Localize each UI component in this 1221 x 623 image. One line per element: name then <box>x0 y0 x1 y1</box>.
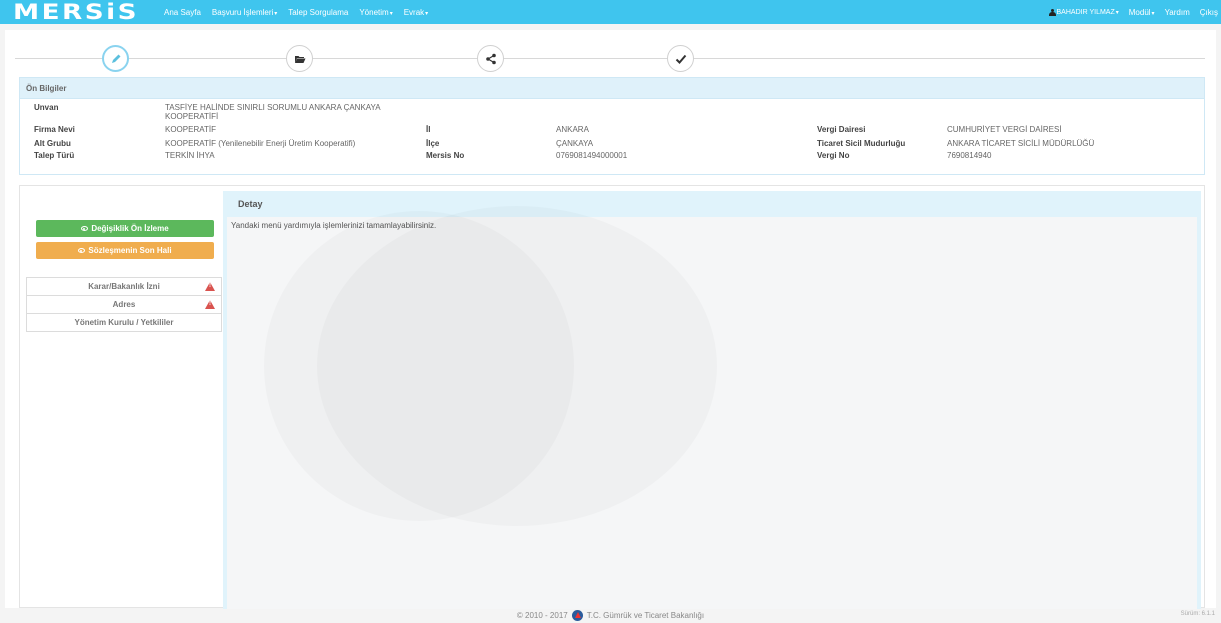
brand-logo[interactable]: MERSiS <box>13 0 201 24</box>
side-menu: Karar/Bakanlık İzni Adres Yönetim Kurulu… <box>26 277 222 332</box>
on-bilgiler-panel: Ön Bilgiler Unvan TASFİYE HALİNDE SINIRL… <box>19 77 1205 175</box>
menu-item-adres[interactable]: Adres <box>26 295 222 314</box>
nav-yardim[interactable]: Yardım <box>1165 8 1190 17</box>
vergi-dairesi-label: Vergi Dairesi <box>817 125 866 134</box>
wizard-step-confirm[interactable] <box>667 45 694 72</box>
wizard-step-edit[interactable] <box>102 45 129 72</box>
vergi-no-label: Vergi No <box>817 151 850 160</box>
warning-icon <box>205 300 215 309</box>
nav-evrak[interactable]: Evrak▾ <box>404 8 428 17</box>
ilce-label: İlçe <box>426 139 440 148</box>
nav-cikis[interactable]: Çıkış <box>1200 8 1218 17</box>
il-value: ANKARA <box>556 125 589 134</box>
caret-down-icon: ▾ <box>1115 9 1119 16</box>
caret-down-icon: ▾ <box>274 10 278 17</box>
main-panel: Ön Bilgiler Unvan TASFİYE HALİNDE SINIRL… <box>5 30 1216 609</box>
nav-talep-sorgulama[interactable]: Talep Sorgulama <box>288 8 348 17</box>
detail-title: Detay <box>227 191 1197 217</box>
ministry-text: T.C. Gümrük ve Ticaret Bakanlığı <box>586 611 705 620</box>
nav-yonetim[interactable]: Yönetim▾ <box>359 8 392 17</box>
eye-icon <box>78 248 86 253</box>
talep-turu-label: Talep Türü <box>34 151 75 160</box>
caret-down-icon: ▾ <box>425 10 429 17</box>
firma-nevi-label: Firma Nevi <box>34 125 75 134</box>
unvan-value-line1: TASFİYE HALİNDE SINIRLI SORUMLU ANKARA Ç… <box>165 103 381 112</box>
firma-nevi-value: KOOPERATİF <box>165 125 216 134</box>
user-icon <box>1048 8 1056 16</box>
wizard-line <box>15 58 1205 59</box>
pencil-icon <box>111 54 120 63</box>
lower-section: Değişiklik Ön İzleme Sözleşmenin Son Hal… <box>19 185 1205 609</box>
nav-basvuru-islemleri[interactable]: Başvuru İşlemleri▾ <box>212 8 277 17</box>
alt-grubu-label: Alt Grubu <box>34 139 71 148</box>
footer: © 2010 - 2017 T.C. Gümrük ve Ticaret Bak… <box>0 608 1221 623</box>
ticaret-sicil-value: ANKARA TİCARET SİCİLİ MÜDÜRLÜĞÜ <box>947 139 1095 148</box>
vergi-no-value: 7690814940 <box>947 151 992 160</box>
nav-modul[interactable]: Modül▾ <box>1129 8 1155 17</box>
copyright-text: © 2010 - 2017 <box>516 611 568 620</box>
talep-turu-value: TERKİN İHYA <box>165 151 215 160</box>
background-circle <box>317 206 717 526</box>
user-nav: BAHADIR YILMAZ ▾ Modül▾ Yardım Çıkış <box>1039 0 1218 24</box>
il-label: İl <box>426 125 431 134</box>
warning-icon <box>205 282 215 291</box>
caret-down-icon: ▾ <box>1151 10 1155 17</box>
version-text: Sürüm: 6.1.1 <box>1180 611 1215 617</box>
panel-title: Ön Bilgiler <box>20 78 1204 99</box>
unvan-label: Unvan <box>34 103 59 112</box>
vergi-dairesi-value: CUMHURİYET VERGİ DAİRESİ <box>947 125 1062 134</box>
wizard-step-share[interactable] <box>477 45 504 72</box>
menu-item-yonetim-kurulu[interactable]: Yönetim Kurulu / Yetkililer <box>26 313 222 332</box>
caret-down-icon: ▾ <box>389 10 393 17</box>
user-menu[interactable]: BAHADIR YILMAZ ▾ <box>1048 8 1119 16</box>
mersis-no-label: Mersis No <box>426 151 465 160</box>
detail-panel: Detay Yandaki menü yardımıyla işlemlerin… <box>223 191 1201 609</box>
check-icon <box>675 54 686 64</box>
eye-icon <box>81 226 89 231</box>
wizard-step-documents[interactable] <box>286 45 313 72</box>
main-nav: Ana Sayfa Başvuru İşlemleri▾ Talep Sorgu… <box>164 8 439 17</box>
unvan-value-line2: KOOPERATİFİ <box>165 112 219 121</box>
mersis-no-value: 0769081494000001 <box>556 151 628 160</box>
menu-item-karar-bakanlik-izni[interactable]: Karar/Bakanlık İzni <box>26 277 222 296</box>
degisiklik-on-izleme-button[interactable]: Değişiklik Ön İzleme <box>36 220 214 237</box>
ilce-value: ÇANKAYA <box>556 139 594 148</box>
ticaret-sicil-label: Ticaret Sicil Mudurluğu <box>817 139 906 148</box>
ministry-logo-icon <box>571 610 583 621</box>
sozlesmenin-son-hali-button[interactable]: Sözleşmenin Son Hali <box>36 242 214 259</box>
share-icon <box>485 53 496 64</box>
alt-grubu-value: KOOPERATİF (Yenilenebilir Enerji Üretim … <box>165 139 356 148</box>
top-navbar: MERSiS Ana Sayfa Başvuru İşlemleri▾ Tale… <box>0 0 1221 24</box>
folder-open-icon <box>294 55 305 63</box>
